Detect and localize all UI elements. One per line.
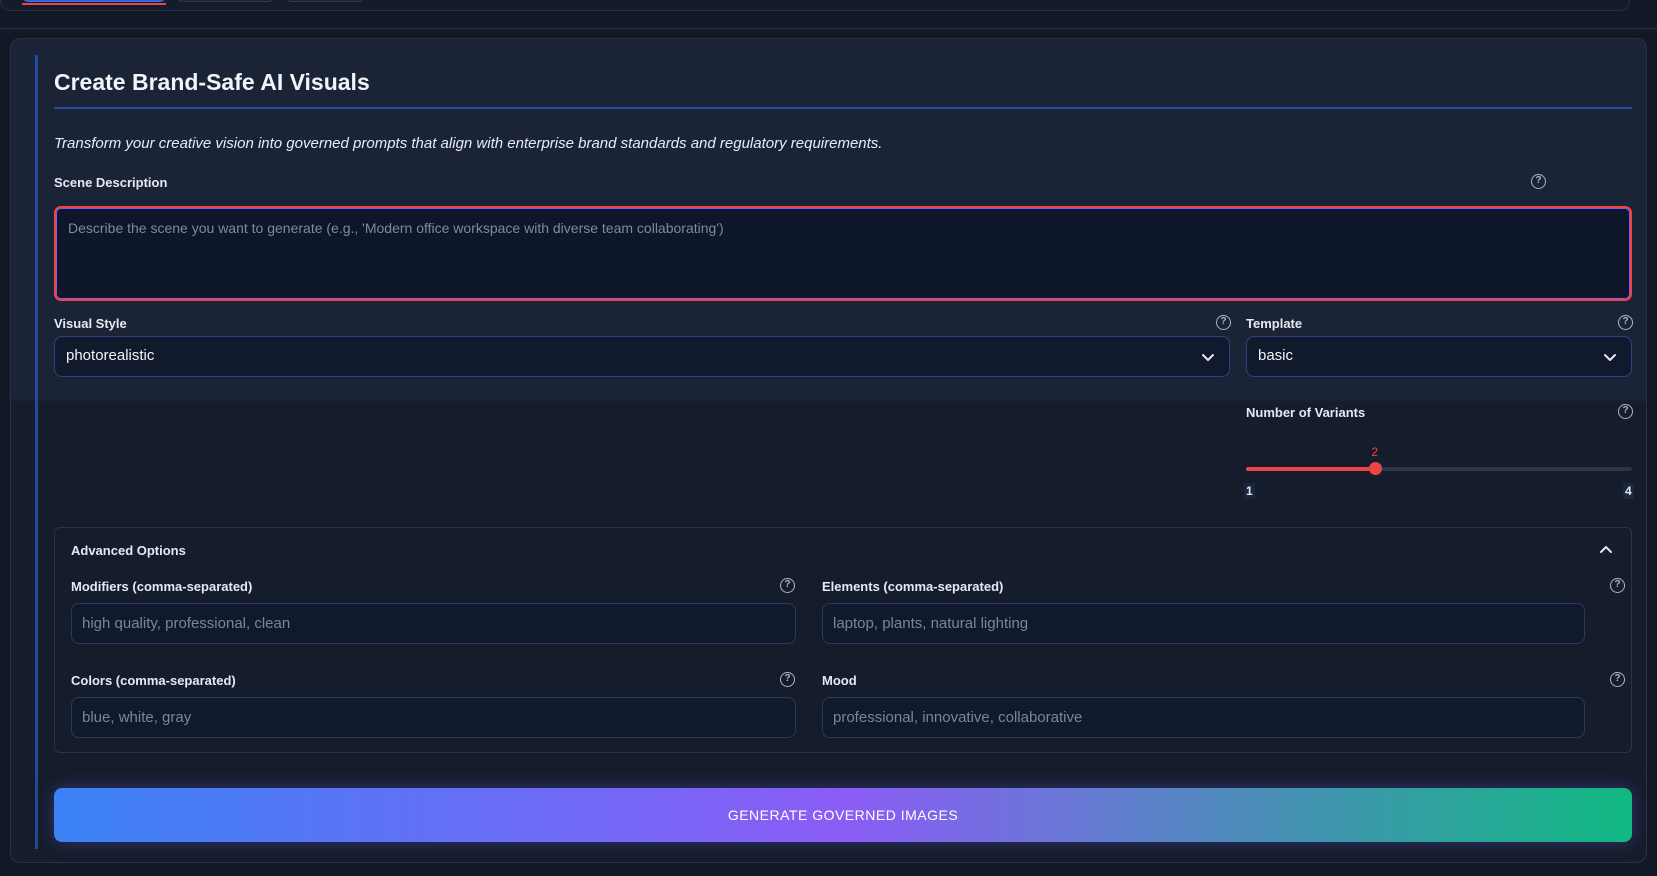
variants-min-label: 1 <box>1244 483 1255 499</box>
tab-strip <box>0 0 1630 11</box>
mood-input[interactable] <box>822 697 1585 738</box>
colors-label: Colors (comma-separated) <box>71 673 236 688</box>
chevron-down-icon <box>1604 354 1616 361</box>
elements-input[interactable] <box>822 603 1585 644</box>
variants-slider-handle[interactable] <box>1368 462 1382 475</box>
variants-help-icon[interactable]: ? <box>1618 404 1633 419</box>
page-subtitle: Transform your creative vision into gove… <box>54 135 883 152</box>
template-select[interactable]: basic <box>1246 336 1632 377</box>
elements-help-icon[interactable]: ? <box>1610 578 1625 593</box>
chevron-up-icon[interactable] <box>1599 543 1613 557</box>
advanced-options-toggle[interactable]: Advanced Options <box>71 543 186 558</box>
visual-style-label: Visual Style <box>54 316 127 331</box>
scene-description-input[interactable] <box>54 206 1632 301</box>
template-help-icon[interactable]: ? <box>1618 315 1633 330</box>
scene-description-label: Scene Description <box>54 175 168 190</box>
visual-style-help-icon[interactable]: ? <box>1216 315 1231 330</box>
mood-label: Mood <box>822 673 857 688</box>
colors-input[interactable] <box>71 697 796 738</box>
visual-style-select[interactable]: photorealistic <box>54 336 1230 377</box>
chevron-down-icon <box>1202 354 1214 361</box>
variants-slider-value: 2 <box>1371 445 1378 459</box>
variants-label: Number of Variants <box>1246 405 1366 420</box>
modifiers-help-icon[interactable]: ? <box>780 578 795 593</box>
tab-active[interactable] <box>21 0 167 5</box>
variants-slider[interactable]: 2 <box>1246 445 1632 475</box>
variants-max-label: 4 <box>1623 483 1634 499</box>
page-title: Create Brand-Safe AI Visuals <box>54 69 370 95</box>
top-tab-bar <box>0 0 1657 30</box>
title-rule <box>54 107 1632 109</box>
panel-accent-bar <box>35 55 38 849</box>
tab-second[interactable] <box>175 0 276 2</box>
template-label: Template <box>1246 316 1303 331</box>
modifiers-label: Modifiers (comma-separated) <box>71 579 253 594</box>
tab-third[interactable] <box>284 0 365 2</box>
colors-help-icon[interactable]: ? <box>780 672 795 687</box>
elements-label: Elements (comma-separated) <box>822 579 1004 594</box>
template-value: basic <box>1258 347 1294 364</box>
generate-images-button[interactable]: GENERATE GOVERNED IMAGES <box>54 788 1632 842</box>
create-visuals-panel: Create Brand-Safe AI Visuals Transform y… <box>10 38 1647 863</box>
visual-style-value: photorealistic <box>66 347 155 364</box>
top-divider <box>0 28 1657 29</box>
mood-help-icon[interactable]: ? <box>1610 672 1625 687</box>
advanced-options-section: Advanced Options Modifiers (comma-separa… <box>54 527 1632 753</box>
modifiers-input[interactable] <box>71 603 796 644</box>
scene-help-icon[interactable]: ? <box>1531 174 1546 189</box>
variants-slider-fill <box>1246 467 1375 471</box>
